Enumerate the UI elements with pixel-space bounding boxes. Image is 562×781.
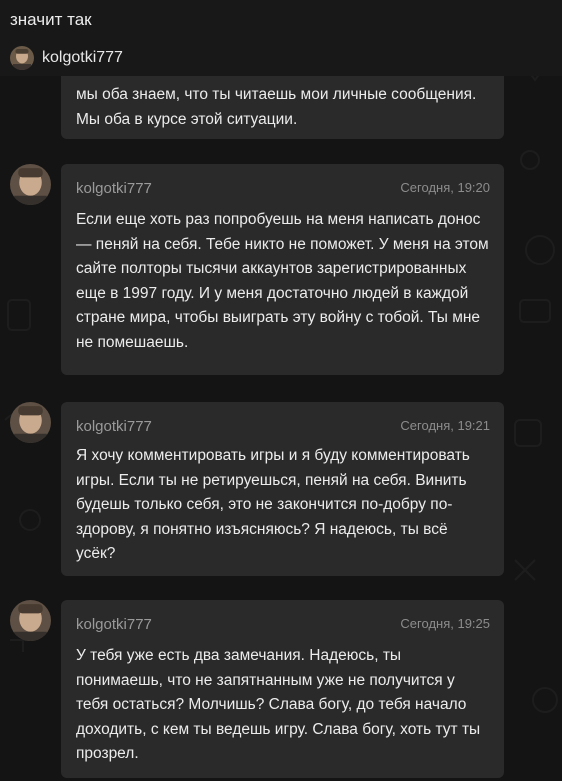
message-bubble: kolgotki777 Сегодня, 19:20 Если еще хоть… (61, 164, 504, 375)
message-author[interactable]: kolgotki777 (76, 418, 152, 435)
message-text: У тебя уже есть два замечания. Надеюсь, … (76, 647, 481, 762)
chat-participant[interactable]: kolgotki777 (10, 46, 123, 70)
user-avatar[interactable] (10, 46, 34, 70)
chat-title: значит так (10, 10, 92, 29)
participant-name[interactable]: kolgotki777 (42, 49, 123, 67)
author-avatar[interactable] (10, 402, 51, 443)
message-text: Если еще хоть раз попробуешь на меня нап… (76, 211, 489, 351)
message-text: Я хочу комментировать игры и я буду комм… (76, 447, 470, 562)
message-bubble: мы оба знаем, что ты читаешь мои личные … (61, 76, 504, 139)
message-timestamp: Сегодня, 19:20 (400, 180, 490, 195)
author-avatar[interactable] (10, 600, 51, 641)
message-text: мы оба знаем, что ты читаешь мои личные … (76, 86, 477, 128)
message-timestamp: Сегодня, 19:25 (400, 616, 490, 631)
author-avatar[interactable] (10, 164, 51, 205)
chat-header: значит так kolgotki777 (0, 0, 562, 76)
message-bubble: kolgotki777 Сегодня, 19:21 Я хочу коммен… (61, 402, 504, 576)
message-author[interactable]: kolgotki777 (76, 180, 152, 197)
message-timestamp: Сегодня, 19:21 (400, 418, 490, 433)
message-author[interactable]: kolgotki777 (76, 616, 152, 633)
message-bubble: kolgotki777 Сегодня, 19:25 У тебя уже ес… (61, 600, 504, 778)
